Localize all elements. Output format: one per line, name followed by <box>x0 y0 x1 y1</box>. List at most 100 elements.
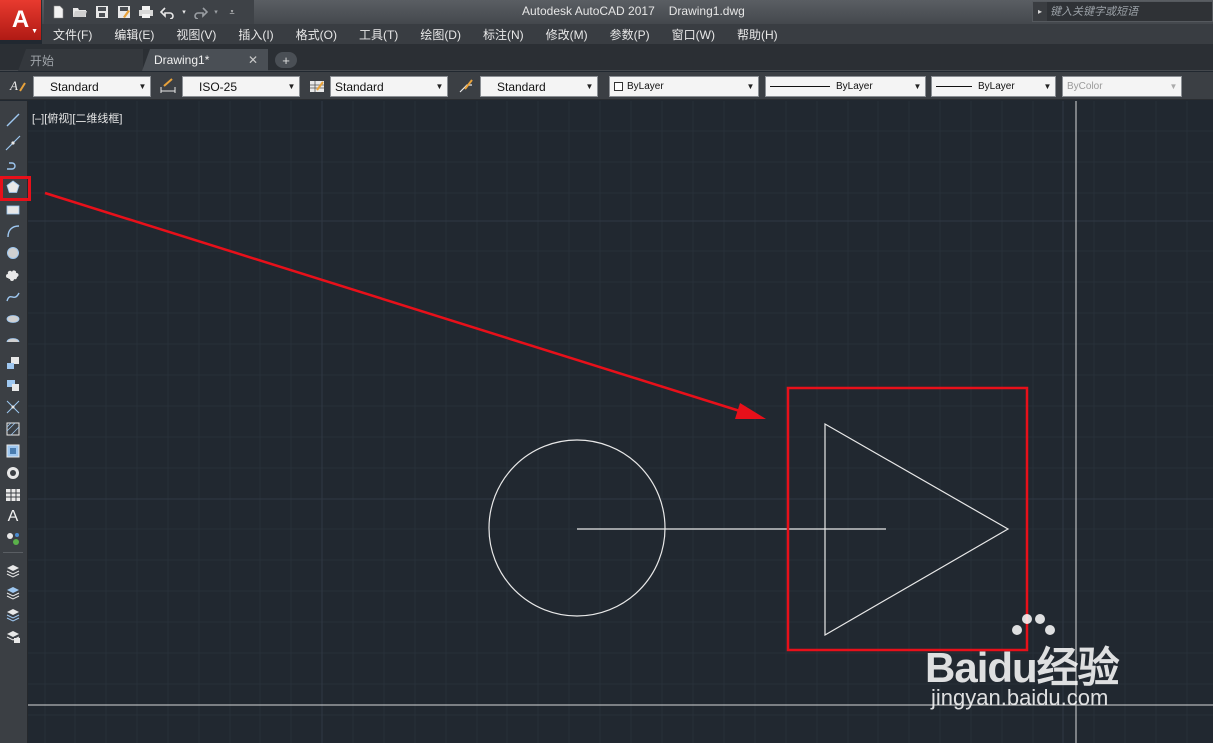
chevron-down-icon: ▼ <box>287 82 296 91</box>
save-icon[interactable] <box>92 3 112 21</box>
arc-icon[interactable] <box>3 222 23 240</box>
layer-icon-2[interactable] <box>3 583 23 601</box>
redo-icon[interactable] <box>190 3 210 21</box>
layer-icon-1[interactable] <box>3 561 23 579</box>
chevron-down-icon: ▼ <box>913 82 922 91</box>
watermark-url: jingyan.baidu.com <box>931 685 1109 710</box>
multileader-style-value: Standard <box>497 79 546 94</box>
ellipse-arc-icon[interactable] <box>3 332 23 350</box>
app-menu-caret-icon: ▼ <box>31 28 38 35</box>
chevron-down-icon: ▼ <box>435 82 444 91</box>
toolbar-divider <box>3 552 23 553</box>
dimension-style-value: ISO-25 <box>199 79 238 94</box>
chevron-down-icon: ▼ <box>1043 82 1052 91</box>
window-title: Autodesk AutoCAD 2017 Drawing1.dwg <box>522 4 759 18</box>
circle-shape[interactable] <box>488 439 666 617</box>
document-title: Drawing1.dwg <box>668 4 745 18</box>
text-style-select[interactable]: Standard ▼ <box>33 76 151 97</box>
dimension-style-select[interactable]: ISO-25 ▼ <box>182 76 300 97</box>
baidu-jingyan-watermark: Baidu经验 jingyan.baidu.com <box>925 610 1155 720</box>
construction-line-icon[interactable] <box>3 134 23 152</box>
undo-icon[interactable] <box>158 3 178 21</box>
insert-block-icon[interactable] <box>3 354 23 372</box>
text-style-value: Standard <box>50 79 99 94</box>
autocad-logo-icon: A <box>11 6 30 33</box>
multileader-style-icon[interactable] <box>456 76 476 96</box>
open-file-icon[interactable] <box>70 3 90 21</box>
tab-drawing1-label: Drawing1* <box>154 53 210 67</box>
make-block-icon[interactable] <box>3 376 23 394</box>
application-menu-button[interactable]: A ▼ <box>0 0 42 40</box>
table-style-icon[interactable] <box>307 76 327 96</box>
linetype-control-select[interactable]: ByLayer ▼ <box>765 76 926 97</box>
customize-qat-icon[interactable]: ⩡ <box>222 3 242 21</box>
print-icon[interactable] <box>136 3 156 21</box>
menu-insert[interactable]: 插入(I) <box>227 26 284 43</box>
table-style-value: Standard <box>335 79 384 94</box>
menu-file[interactable]: 文件(F) <box>42 26 103 43</box>
lineweight-preview-icon <box>936 86 972 87</box>
multileader-style-select[interactable]: Standard ▼ <box>480 76 598 97</box>
tab-start[interactable]: 开始 <box>18 49 143 71</box>
redo-dropdown-icon[interactable]: ▾ <box>212 3 220 21</box>
styles-properties-toolbar: A Standard ▼ ISO-25 ▼ Standard ▼ Standar… <box>0 72 1213 100</box>
revision-cloud-icon[interactable] <box>3 266 23 284</box>
tab-start-label: 开始 <box>30 53 55 68</box>
svg-text:A: A <box>9 78 18 93</box>
autocad-window: ▾ ▾ ⩡ Autodesk AutoCAD 2017 Drawing1.dwg … <box>0 0 1213 743</box>
layer-icon-3[interactable] <box>3 605 23 623</box>
menu-view[interactable]: 视图(V) <box>165 26 227 43</box>
text-style-icon[interactable]: A <box>8 76 28 96</box>
close-tab-icon[interactable]: ✕ <box>248 53 258 67</box>
tab-drawing1[interactable]: Drawing1* ✕ <box>142 49 268 71</box>
menu-modify[interactable]: 修改(M) <box>535 26 599 43</box>
chevron-down-icon: ▼ <box>746 82 755 91</box>
ellipse-icon[interactable] <box>3 310 23 328</box>
circle-icon[interactable] <box>3 244 23 262</box>
lineweight-control-value: ByLayer <box>978 81 1015 92</box>
menu-bar: 文件(F) 编辑(E) 视图(V) 插入(I) 格式(O) 工具(T) 绘图(D… <box>42 24 1213 44</box>
menu-help[interactable]: 帮助(H) <box>726 26 789 43</box>
table-style-select[interactable]: Standard ▼ <box>330 76 448 97</box>
dimension-style-icon[interactable] <box>158 76 178 96</box>
linetype-preview-icon <box>770 86 830 87</box>
line-icon[interactable] <box>3 111 23 129</box>
menu-format[interactable]: 格式(O) <box>285 26 348 43</box>
search-box: ▸ <box>1032 1 1213 22</box>
menu-window[interactable]: 窗口(W) <box>661 26 726 43</box>
search-expand-icon[interactable]: ▸ <box>1033 7 1047 16</box>
color-control-value: ByLayer <box>627 81 664 92</box>
mtext-icon[interactable]: A <box>3 508 23 526</box>
title-bar: ▾ ▾ ⩡ Autodesk AutoCAD 2017 Drawing1.dwg … <box>0 0 1213 24</box>
viewport-controls-label[interactable]: [–][俯视][二维线框] <box>32 110 122 126</box>
point-icon[interactable] <box>3 398 23 416</box>
linetype-control-value: ByLayer <box>836 81 873 92</box>
layer-icon-4[interactable] <box>3 627 23 645</box>
app-title: Autodesk AutoCAD 2017 <box>522 4 655 18</box>
save-as-icon[interactable] <box>114 3 134 21</box>
undo-dropdown-icon[interactable]: ▾ <box>180 3 188 21</box>
quick-access-toolbar: ▾ ▾ ⩡ <box>44 0 254 24</box>
menu-tools[interactable]: 工具(T) <box>348 26 409 43</box>
add-selected-icon[interactable] <box>3 530 23 548</box>
table-icon[interactable] <box>3 486 23 504</box>
menu-edit[interactable]: 编辑(E) <box>103 26 165 43</box>
spline-icon[interactable] <box>3 288 23 306</box>
rectangle-icon[interactable] <box>3 201 23 219</box>
menu-draw[interactable]: 绘图(D) <box>409 26 472 43</box>
menu-dimension[interactable]: 标注(N) <box>472 26 535 43</box>
lineweight-control-select[interactable]: ByLayer ▼ <box>931 76 1056 97</box>
plot-style-control-value: ByColor <box>1067 81 1103 92</box>
polygon-tool-highlight-box <box>0 176 31 201</box>
color-control-select[interactable]: ByLayer ▼ <box>609 76 759 97</box>
annotation-arrow <box>44 191 766 419</box>
new-tab-button[interactable]: + <box>275 52 297 68</box>
search-input[interactable] <box>1047 2 1212 21</box>
region-icon[interactable] <box>3 464 23 482</box>
new-file-icon[interactable] <box>48 3 68 21</box>
hatch-icon[interactable] <box>3 420 23 438</box>
polyline-icon[interactable] <box>3 156 23 174</box>
plot-style-control-select: ByColor ▼ <box>1062 76 1182 97</box>
menu-parametric[interactable]: 参数(P) <box>599 26 661 43</box>
gradient-icon[interactable] <box>3 442 23 460</box>
